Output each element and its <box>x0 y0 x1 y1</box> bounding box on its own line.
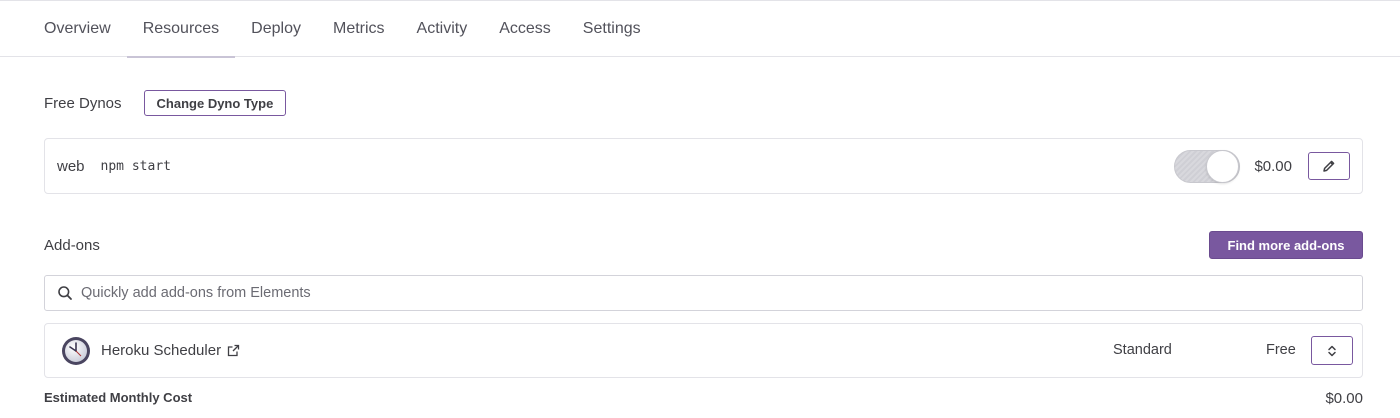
tab-label: Metrics <box>332 20 385 37</box>
tab-label: Deploy <box>251 20 301 37</box>
change-dyno-type-button[interactable]: Change Dyno Type <box>143 90 287 116</box>
dyno-cost: $0.00 <box>1254 157 1292 175</box>
addon-name-link[interactable]: Heroku Scheduler <box>101 342 221 359</box>
dyno-type: web <box>57 157 85 175</box>
pencil-icon <box>1323 160 1335 172</box>
dyno-controls: $0.00 <box>1174 139 1350 193</box>
edit-dyno-button[interactable] <box>1308 152 1350 180</box>
app-tabs: Overview Resources Deploy Metrics Activi… <box>0 0 1400 58</box>
addon-plan-select-button[interactable] <box>1311 336 1353 365</box>
resources-page: Overview Resources Deploy Metrics Activi… <box>0 0 1400 418</box>
tab-label: Access <box>499 20 551 37</box>
addon-search <box>44 275 1363 311</box>
chevron-updown-icon <box>1328 345 1336 356</box>
addon-search-input[interactable] <box>81 285 1281 301</box>
tab-activity[interactable]: Activity <box>401 1 484 57</box>
tab-settings[interactable]: Settings <box>567 1 657 57</box>
addons-title: Add-ons <box>44 237 100 254</box>
tab-label: Activity <box>416 20 468 37</box>
find-more-addons-button[interactable]: Find more add-ons <box>1209 231 1363 259</box>
addon-row: Heroku Scheduler Standard Free <box>44 323 1363 378</box>
search-icon <box>58 286 72 300</box>
clock-icon <box>62 336 90 365</box>
addon-plan: Standard <box>1113 342 1172 358</box>
estimated-cost-value: $0.00 <box>1325 390 1363 407</box>
external-link-icon[interactable] <box>227 344 240 357</box>
tab-label: Overview <box>44 20 111 37</box>
estimated-cost-label: Estimated Monthly Cost <box>44 390 193 405</box>
tab-overview[interactable]: Overview <box>28 1 127 57</box>
dyno-row: web npm start $0.00 <box>44 138 1363 194</box>
tab-label: Resources <box>142 20 220 37</box>
free-dynos-header: Free Dynos Change Dyno Type <box>44 90 287 116</box>
toggle-knob <box>1206 149 1240 183</box>
tab-metrics[interactable]: Metrics <box>317 1 401 57</box>
free-dynos-title: Free Dynos <box>44 94 122 112</box>
tab-access[interactable]: Access <box>483 1 567 57</box>
dyno-command: npm start <box>100 158 171 174</box>
tab-label: Settings <box>582 20 641 37</box>
dyno-toggle[interactable] <box>1174 149 1241 183</box>
tab-resources[interactable]: Resources <box>126 1 236 58</box>
addon-price: Free <box>1266 342 1296 358</box>
tab-deploy[interactable]: Deploy <box>235 1 317 57</box>
